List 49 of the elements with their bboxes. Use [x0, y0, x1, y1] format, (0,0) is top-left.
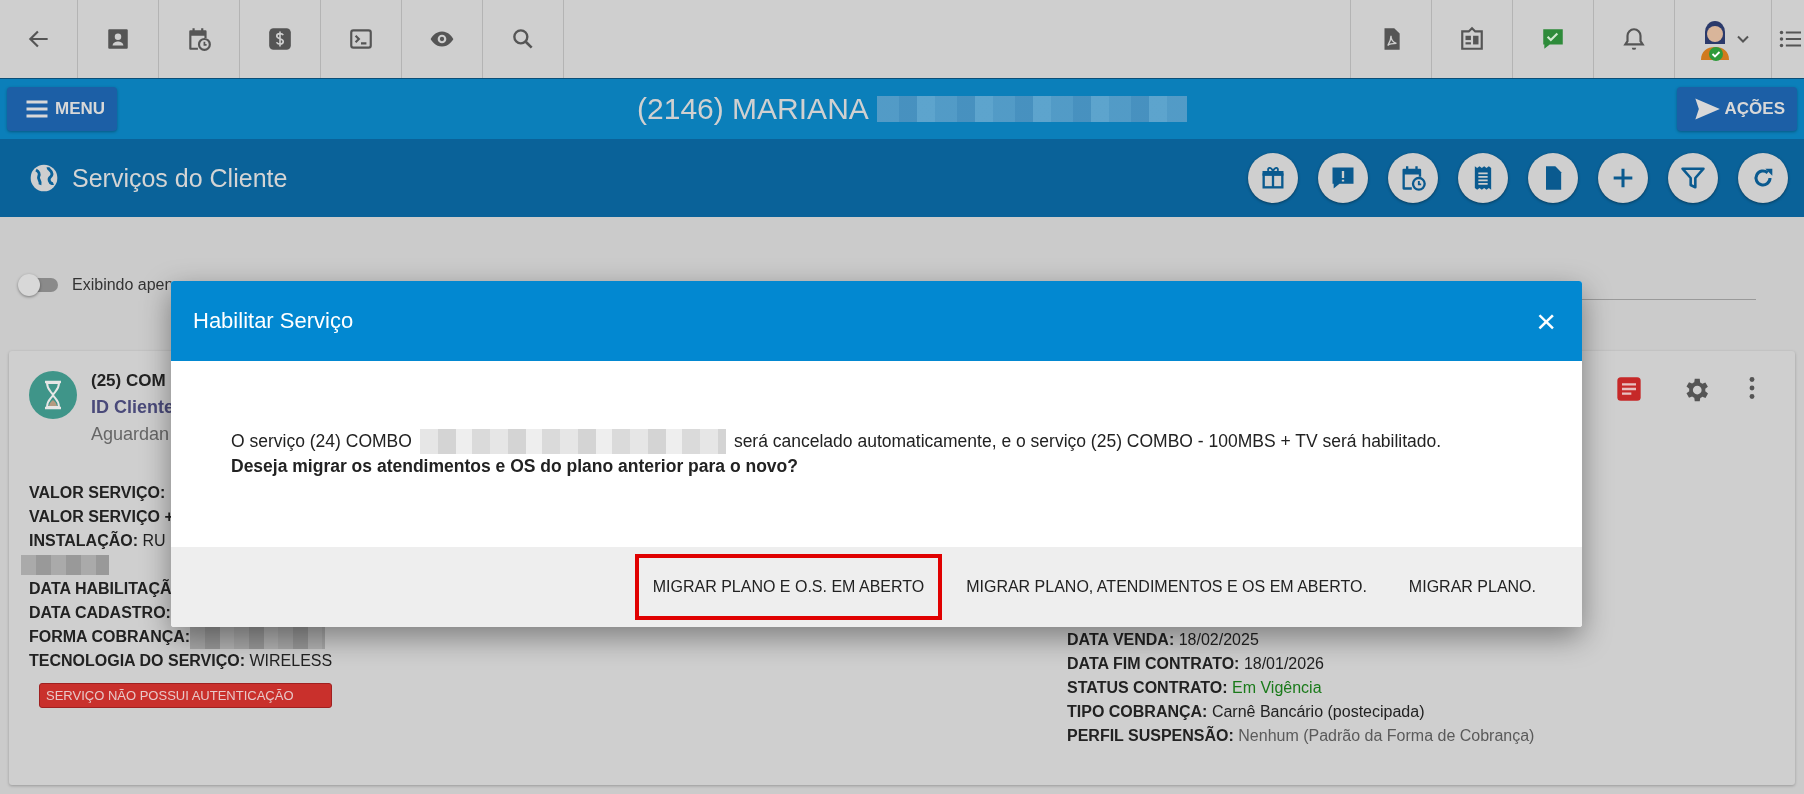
actions-button[interactable]: AÇÕES	[1676, 87, 1797, 131]
section-title: Serviços do Cliente	[72, 163, 288, 193]
field-text: VALOR SERVIÇO:	[29, 483, 166, 503]
action-button[interactable]	[1458, 153, 1508, 203]
field-text: TIPO COBRANÇA: Carnê Bancário (postecipada)	[1067, 702, 1425, 722]
field-text: DATA HABILITAÇÃ	[29, 578, 172, 599]
field-text: STATUS CONTRATO: Em Vigência	[1067, 678, 1322, 698]
field-text: DATA FIM CONTRATO: 18/01/2026	[1067, 654, 1324, 674]
dialog-title: Habilitar Serviço	[193, 308, 354, 334]
more-icon	[1749, 377, 1755, 399]
field-label: FORMA COBRANÇA:	[29, 628, 191, 645]
check-message-icon	[1540, 26, 1566, 52]
action-button[interactable]	[1248, 153, 1298, 203]
message-text: será cancelado automaticamente, e o serviço (25) COMBO - 100MBS + TV será habilitado.	[733, 430, 1442, 453]
field-text: DATA CADASTRO:	[29, 603, 171, 623]
action-button[interactable]	[1598, 153, 1648, 203]
calendar-clock-icon	[186, 26, 212, 52]
contact-card-icon	[105, 26, 131, 52]
notes-icon	[1615, 375, 1643, 403]
board-icon	[1459, 26, 1485, 52]
client-title: (2146) MARIANA	[637, 92, 869, 126]
field-text: PERFIL SUSPENSÃO: Nenhum (Padrão da Forma de Cobrança)	[1067, 725, 1535, 746]
terminal-icon	[348, 26, 374, 52]
filter-icon	[1679, 164, 1707, 192]
dialog-button[interactable]: MIGRAR PLANO, ATENDIMENTOS E OS EM ABERTO.	[948, 554, 1385, 620]
caret-down-icon	[1737, 35, 1749, 43]
dialog-button[interactable]: MIGRAR PLANO E O.S. EM ABERTO	[634, 554, 943, 620]
field-text: INSTALAÇÃO: RU	[29, 530, 166, 551]
warning-badge: SERVIÇO NÃO POSSUI AUTENTICAÇÃO	[39, 683, 333, 708]
field-text: DATA VENDA: 18/02/2025	[1067, 630, 1259, 650]
toggle-switch[interactable]	[18, 274, 60, 296]
action-button[interactable]	[1668, 153, 1718, 203]
bell-icon	[1621, 26, 1647, 52]
close-button[interactable]: ×	[1532, 304, 1560, 338]
service-status: Aguardan	[91, 424, 171, 445]
client-id-label: ID Cliente	[91, 397, 174, 418]
dialog-button[interactable]: MIGRAR PLANO.	[1390, 554, 1554, 620]
action-button[interactable]	[1318, 153, 1368, 203]
action-button[interactable]	[1738, 153, 1788, 203]
globe-icon	[28, 162, 60, 194]
message-text: O serviço (24) COMBO	[231, 430, 412, 453]
action-button[interactable]	[1388, 153, 1438, 203]
action-button[interactable]	[1528, 153, 1578, 203]
field-text: TECNOLOGIA DO SERVIÇO: WIRELESS	[29, 651, 333, 671]
menu-button[interactable]: MENU	[7, 87, 118, 131]
hourglass-icon	[29, 371, 77, 419]
service-name: (25) COM	[91, 371, 167, 391]
question-text: Deseja migrar os atendimentos e OS do plano anterior para o novo?	[231, 455, 799, 478]
dollar-icon	[267, 26, 293, 52]
